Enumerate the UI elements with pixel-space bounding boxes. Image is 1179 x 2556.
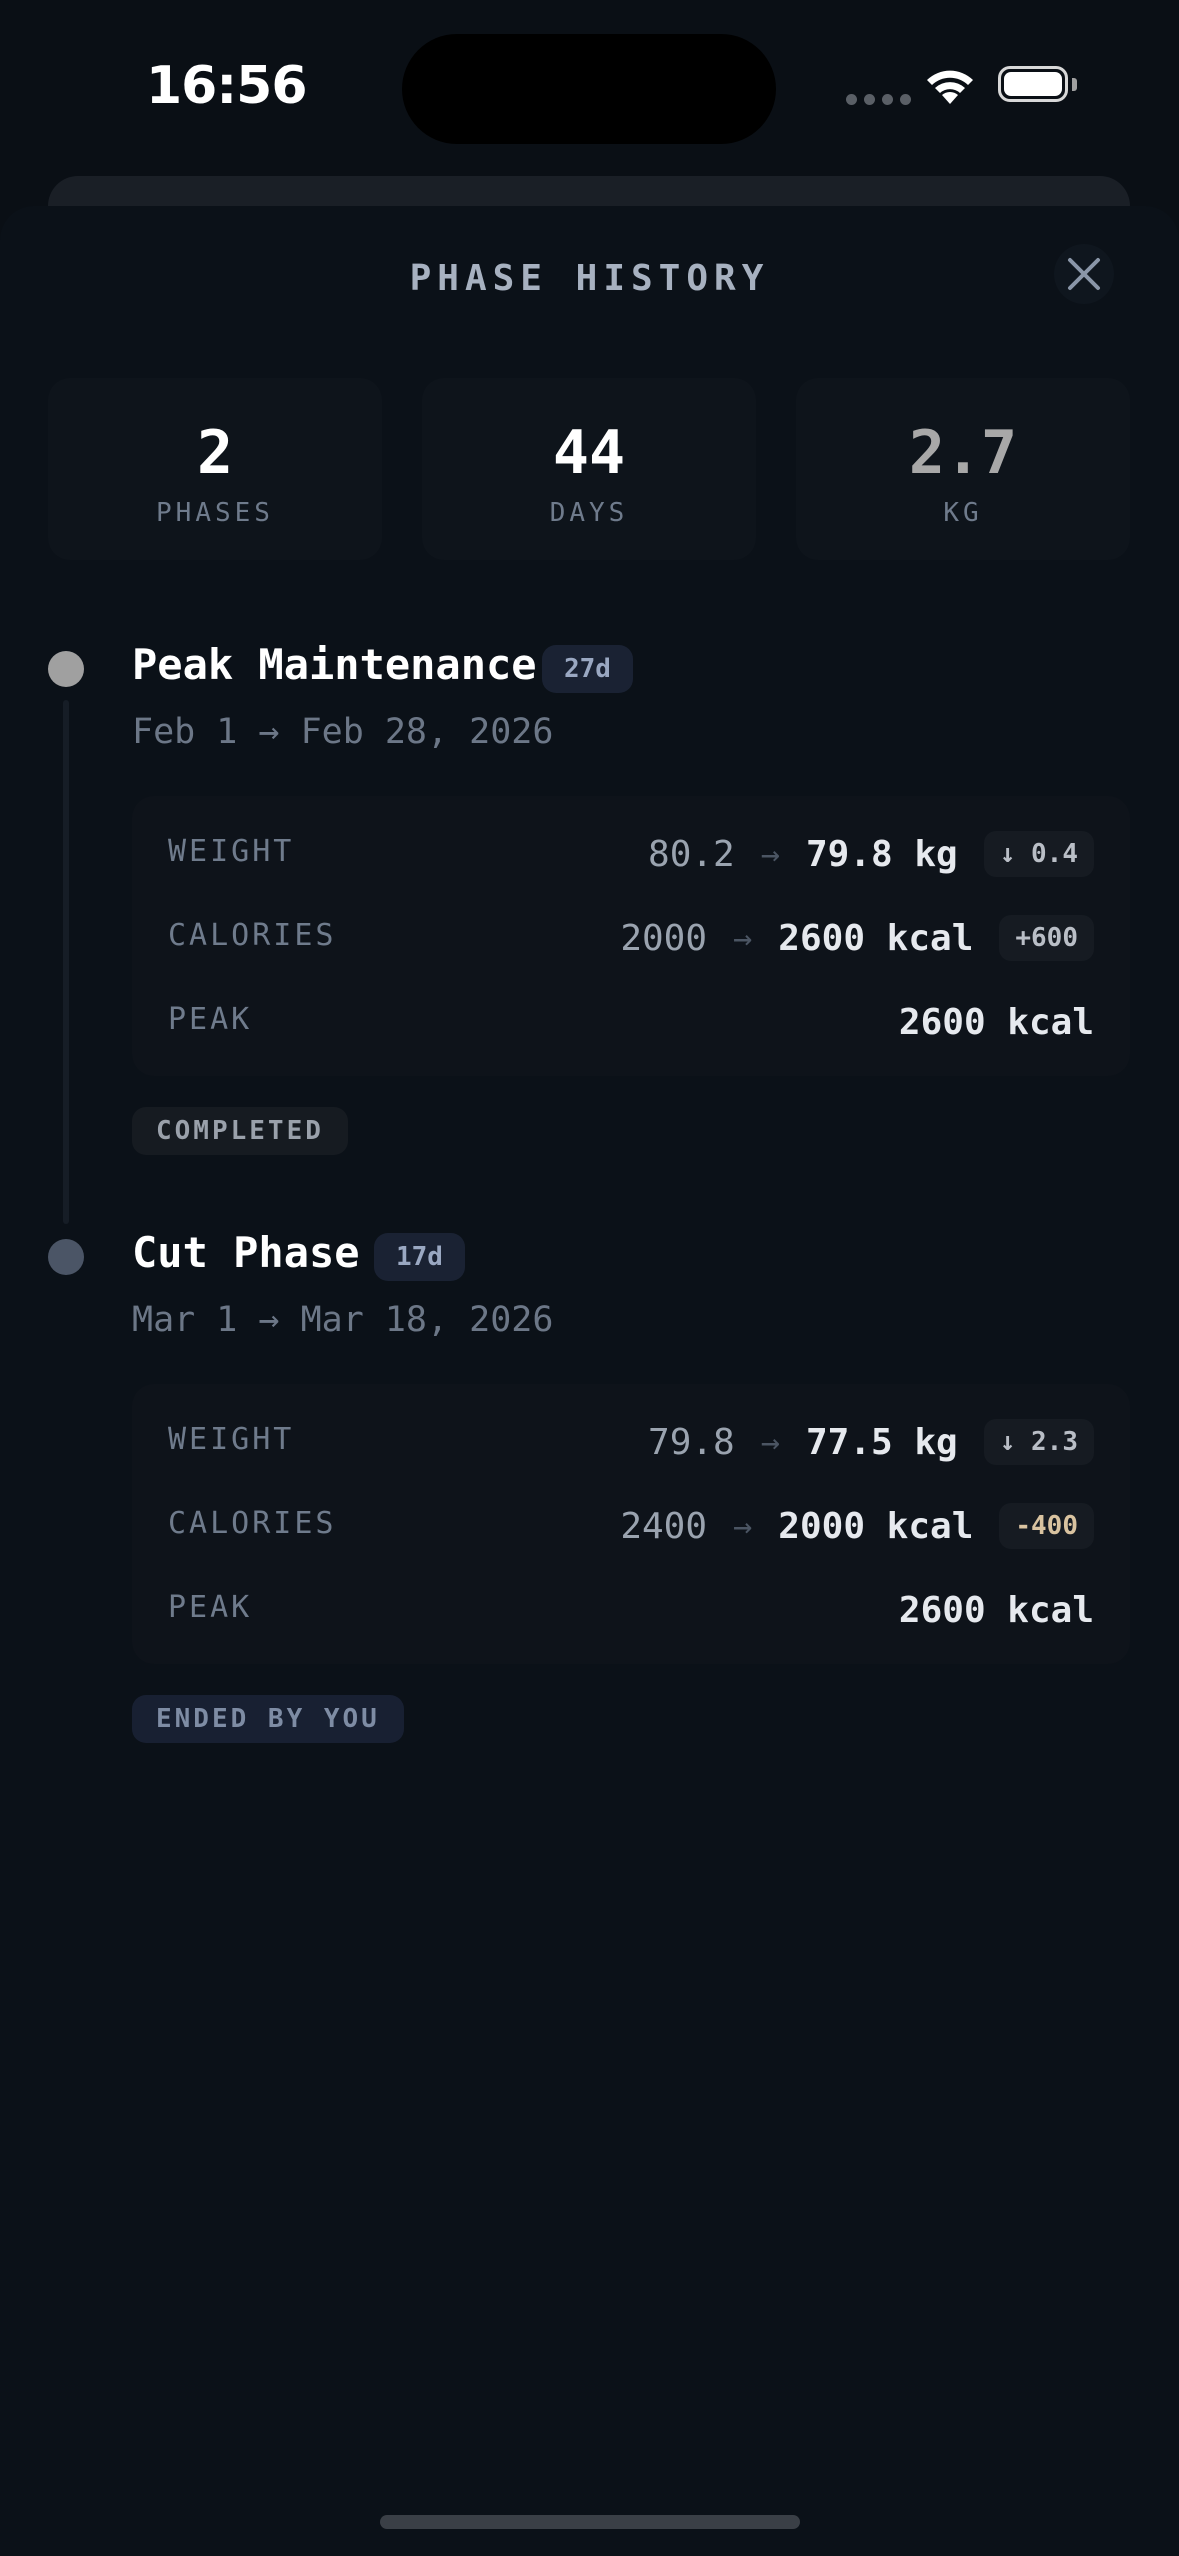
calories-from: 2000 bbox=[620, 917, 708, 959]
dynamic-island bbox=[402, 34, 776, 144]
row-label: WEIGHT bbox=[168, 1422, 295, 1457]
stat-value: 2.7 bbox=[908, 418, 1018, 488]
timeline-connector bbox=[63, 700, 69, 1224]
arrow-right-icon: → bbox=[760, 835, 780, 873]
duration-badge: 27d bbox=[542, 645, 633, 693]
phase-stats-card: WEIGHT 80.2 → 79.8 kg ↓ 0.4 CALORIES 200… bbox=[132, 796, 1130, 1076]
calories-row: CALORIES 2000 → 2600 kcal +600 bbox=[132, 908, 1130, 968]
stat-label: PHASES bbox=[156, 498, 274, 528]
calories-delta-badge: +600 bbox=[999, 915, 1094, 961]
stat-value: 2 bbox=[196, 418, 234, 488]
status-badge: ENDED BY YOU bbox=[132, 1695, 404, 1743]
weight-delta-badge: ↓ 2.3 bbox=[983, 1419, 1094, 1465]
status-bar-time: 16:56 bbox=[146, 56, 308, 116]
weight-from: 80.2 bbox=[648, 833, 735, 875]
row-label: PEAK bbox=[168, 1002, 253, 1037]
stat-days: 44 DAYS bbox=[422, 378, 756, 560]
wifi-icon bbox=[927, 70, 973, 104]
battery-icon bbox=[998, 66, 1068, 102]
weight-row: WEIGHT 79.8 → 77.5 kg ↓ 2.3 bbox=[132, 1412, 1130, 1472]
weight-row: WEIGHT 80.2 → 79.8 kg ↓ 0.4 bbox=[132, 824, 1130, 884]
cellular-signal-icon bbox=[846, 94, 911, 105]
arrow-right-icon: → bbox=[733, 1507, 753, 1545]
calories-to: 2000 kcal bbox=[778, 1505, 974, 1547]
calories-delta-badge: -400 bbox=[999, 1503, 1094, 1549]
battery-nub bbox=[1072, 78, 1077, 91]
arrow-right-icon: → bbox=[733, 919, 753, 957]
calories-from: 2400 bbox=[620, 1505, 708, 1547]
weight-to: 77.5 kg bbox=[806, 1421, 958, 1463]
weight-to: 79.8 kg bbox=[806, 833, 958, 875]
row-label: CALORIES bbox=[168, 1506, 337, 1541]
timeline-dot bbox=[48, 1239, 84, 1275]
stat-value: 44 bbox=[552, 418, 626, 488]
stat-label: KG bbox=[943, 498, 983, 528]
peak-value: 2600 kcal bbox=[898, 1001, 1094, 1043]
stat-label: DAYS bbox=[549, 498, 629, 528]
row-label: CALORIES bbox=[168, 918, 337, 953]
phase-dates: Mar 1 → Mar 18, 2026 bbox=[132, 1300, 554, 1340]
calories-row: CALORIES 2400 → 2000 kcal -400 bbox=[132, 1496, 1130, 1556]
phase-title: Cut Phase bbox=[132, 1228, 360, 1277]
row-label: PEAK bbox=[168, 1590, 253, 1625]
arrow-right-icon: → bbox=[760, 1423, 780, 1461]
stat-phases: 2 PHASES bbox=[48, 378, 382, 560]
phase-stats-card: WEIGHT 79.8 → 77.5 kg ↓ 2.3 CALORIES 240… bbox=[132, 1384, 1130, 1664]
phase-title: Peak Maintenance bbox=[132, 640, 537, 689]
calories-to: 2600 kcal bbox=[778, 917, 974, 959]
stat-kg: 2.7 KG bbox=[796, 378, 1130, 560]
weight-from: 79.8 bbox=[648, 1421, 735, 1463]
phase-dates: Feb 1 → Feb 28, 2026 bbox=[132, 712, 554, 752]
duration-badge: 17d bbox=[374, 1233, 465, 1281]
peak-row: PEAK 2600 kcal bbox=[132, 992, 1130, 1052]
close-button[interactable] bbox=[1054, 244, 1114, 304]
row-label: WEIGHT bbox=[168, 834, 295, 869]
timeline-dot bbox=[48, 651, 84, 687]
sheet-title: PHASE HISTORY bbox=[409, 258, 770, 299]
peak-row: PEAK 2600 kcal bbox=[132, 1580, 1130, 1640]
weight-delta-badge: ↓ 0.4 bbox=[983, 831, 1094, 877]
close-icon bbox=[1068, 258, 1100, 290]
peak-value: 2600 kcal bbox=[898, 1589, 1094, 1631]
home-indicator[interactable] bbox=[380, 2515, 800, 2529]
status-badge: COMPLETED bbox=[132, 1107, 348, 1155]
